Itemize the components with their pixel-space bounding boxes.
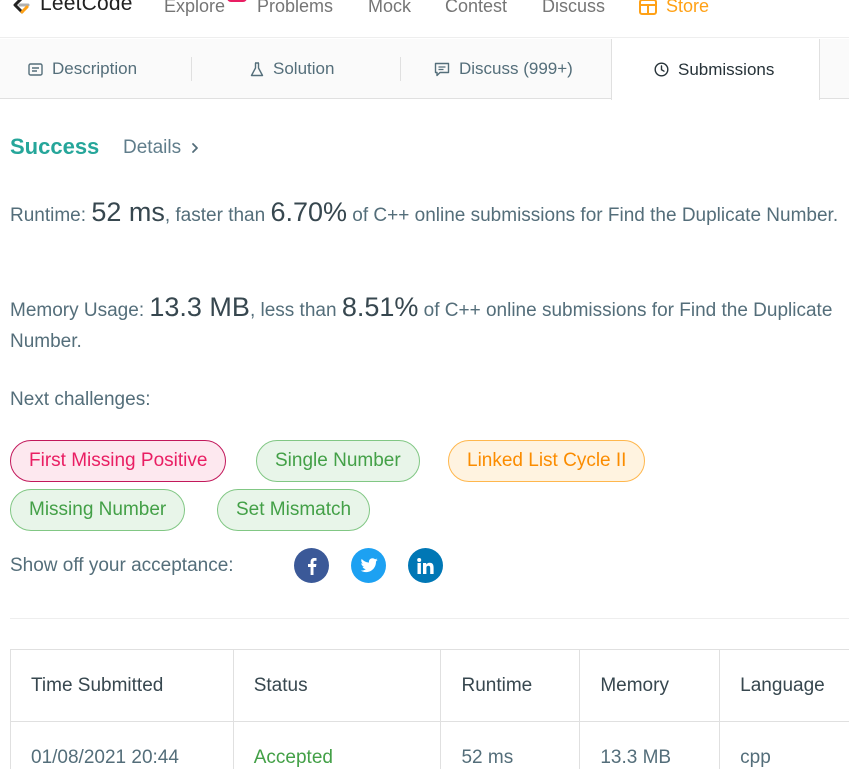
problem-tabs: Description Solution Discuss (999+) Subm… <box>0 39 849 100</box>
nav-mock[interactable]: Mock <box>368 0 411 17</box>
tab-discuss-label: Discuss (999+) <box>459 59 573 78</box>
memory-value: 13.3 MB <box>149 292 250 322</box>
store-icon[interactable] <box>638 0 658 17</box>
memory-percent: 8.51% <box>341 292 419 322</box>
details-link[interactable]: Details <box>123 137 199 159</box>
tab-divider <box>400 57 401 81</box>
runtime-percent: 6.70% <box>270 197 348 227</box>
memory-prefix: Memory Usage: <box>10 300 150 321</box>
chevron-right-icon <box>192 143 198 153</box>
comment-icon <box>434 62 450 76</box>
description-icon <box>28 62 43 76</box>
runtime-suffix: of C++ online submissions for Find the D… <box>347 205 839 226</box>
nav-store[interactable]: Store <box>666 0 709 17</box>
linkedin-share-button[interactable] <box>408 548 443 583</box>
submissions-table: Time Submitted Status Runtime Memory Lan… <box>10 649 849 769</box>
tab-description[interactable]: Description <box>28 39 137 99</box>
nav-problems[interactable]: Problems <box>257 0 333 17</box>
challenge-chip[interactable]: Set Mismatch <box>217 489 371 531</box>
top-navbar: LeetCode Explore Problems Mock Contest D… <box>0 0 849 38</box>
memory-mid: , less than <box>249 300 342 321</box>
column-header[interactable]: Runtime <box>441 650 581 722</box>
column-header[interactable]: Language <box>720 650 849 722</box>
tab-solution[interactable]: Solution <box>250 39 334 99</box>
nav-discuss[interactable]: Discuss <box>542 0 605 17</box>
tab-divider <box>191 57 192 81</box>
column-header[interactable]: Status <box>233 650 442 722</box>
tab-submissions[interactable]: Submissions <box>611 39 820 100</box>
runtime-mid: , faster than <box>164 205 271 226</box>
leetcode-logo[interactable]: LeetCode <box>10 0 133 16</box>
leetcode-logo-icon <box>13 0 30 14</box>
share-label: Show off your acceptance: <box>10 555 234 576</box>
time-submitted-cell: 01/08/2021 20:44 <box>11 722 234 769</box>
facebook-icon <box>307 557 316 575</box>
language-cell: cpp <box>720 722 849 769</box>
runtime-stat: Runtime: 52 ms, faster than 6.70% of C++… <box>10 197 840 231</box>
challenge-chip[interactable]: First Missing Positive <box>10 440 227 482</box>
challenge-chip[interactable]: Missing Number <box>10 489 186 531</box>
runtime-cell: 52 ms <box>441 722 581 769</box>
memory-stat: Memory Usage: 13.3 MB, less than 8.51% o… <box>10 292 840 357</box>
tab-solution-label: Solution <box>273 59 335 78</box>
clock-icon <box>654 62 669 77</box>
table-row: 01/08/2021 20:44 Accepted 52 ms 13.3 MB … <box>11 722 849 769</box>
tab-discuss[interactable]: Discuss (999+) <box>434 39 573 99</box>
challenge-chip[interactable]: Single Number <box>256 440 420 482</box>
twitter-icon <box>360 558 378 573</box>
linkedin-icon <box>417 557 434 574</box>
tab-submissions-label: Submissions <box>678 59 775 79</box>
status-link[interactable]: Accepted <box>234 722 442 769</box>
flask-icon <box>250 61 264 76</box>
memory-cell: 13.3 MB <box>580 722 721 769</box>
column-header[interactable]: Time Submitted <box>11 650 234 722</box>
new-badge <box>227 0 247 2</box>
challenge-chip[interactable]: Linked List Cycle II <box>448 440 646 482</box>
facebook-share-button[interactable] <box>294 548 329 583</box>
details-label: Details <box>123 137 182 158</box>
nav-explore[interactable]: Explore <box>164 0 225 17</box>
runtime-prefix: Runtime: <box>10 205 92 226</box>
table-header-row: Time Submitted Status Runtime Memory Lan… <box>11 650 849 722</box>
nav-contest[interactable]: Contest <box>445 0 507 17</box>
result-status: Success <box>10 134 100 159</box>
section-divider <box>10 618 849 619</box>
runtime-value: 52 ms <box>91 197 165 227</box>
column-header[interactable]: Memory <box>580 650 721 722</box>
tab-description-label: Description <box>52 59 138 78</box>
logo-text: LeetCode <box>40 0 133 15</box>
next-challenges-label: Next challenges: <box>10 389 151 410</box>
twitter-share-button[interactable] <box>351 548 386 583</box>
